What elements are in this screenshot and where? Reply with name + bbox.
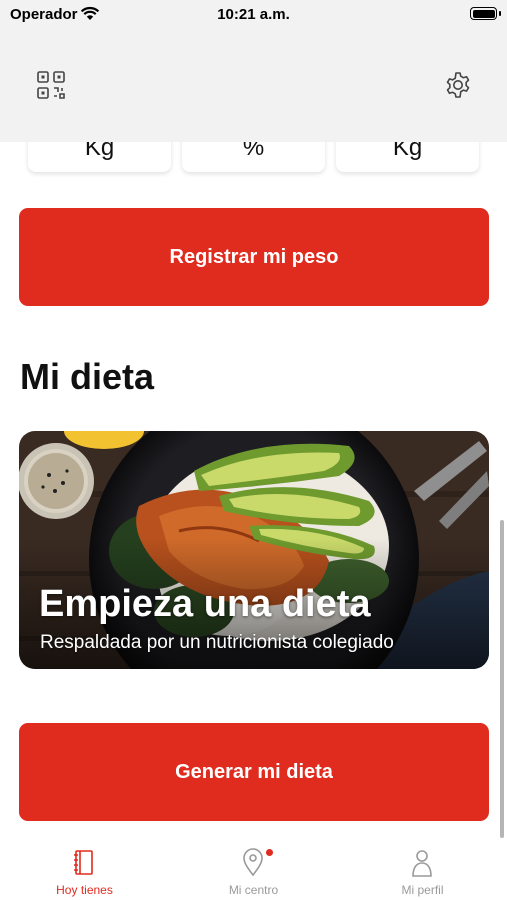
scrollbar[interactable] (500, 520, 504, 838)
status-bar: Operador 10:21 a.m. (0, 0, 507, 30)
status-time: 10:21 a.m. (217, 6, 290, 23)
tab-my-profile[interactable]: Mi perfil (338, 838, 507, 900)
register-weight-button[interactable]: Registrar mi peso (19, 208, 489, 306)
tab-my-centre[interactable]: Mi centro (169, 838, 338, 900)
tab-bar: Hoy tienes Mi centro Mi perfil (0, 838, 507, 900)
start-diet-title: Empieza una dieta (39, 583, 371, 625)
top-toolbar (0, 30, 507, 142)
generate-diet-button[interactable]: Generar mi dieta (19, 723, 489, 821)
tab-my-profile-label: Mi perfil (401, 883, 444, 897)
notification-dot (266, 849, 273, 856)
generate-diet-label: Generar mi dieta (175, 760, 333, 783)
battery-icon (470, 7, 501, 20)
start-diet-subtitle: Respaldada por un nutricionista colegiad… (40, 632, 394, 653)
start-diet-card[interactable]: Empieza una dieta Respaldada por un nutr… (19, 431, 489, 669)
tab-today[interactable]: Hoy tienes (0, 838, 169, 900)
qr-code-icon[interactable] (36, 70, 66, 100)
diet-section-title: Mi dieta (20, 356, 155, 397)
person-icon (412, 850, 432, 877)
notebook-icon (74, 850, 93, 875)
gear-icon[interactable] (443, 70, 473, 100)
tab-my-centre-label: Mi centro (228, 883, 279, 897)
register-weight-label: Registrar mi peso (169, 245, 339, 268)
location-pin-icon (243, 848, 263, 877)
tab-today-label: Hoy tienes (56, 883, 113, 897)
